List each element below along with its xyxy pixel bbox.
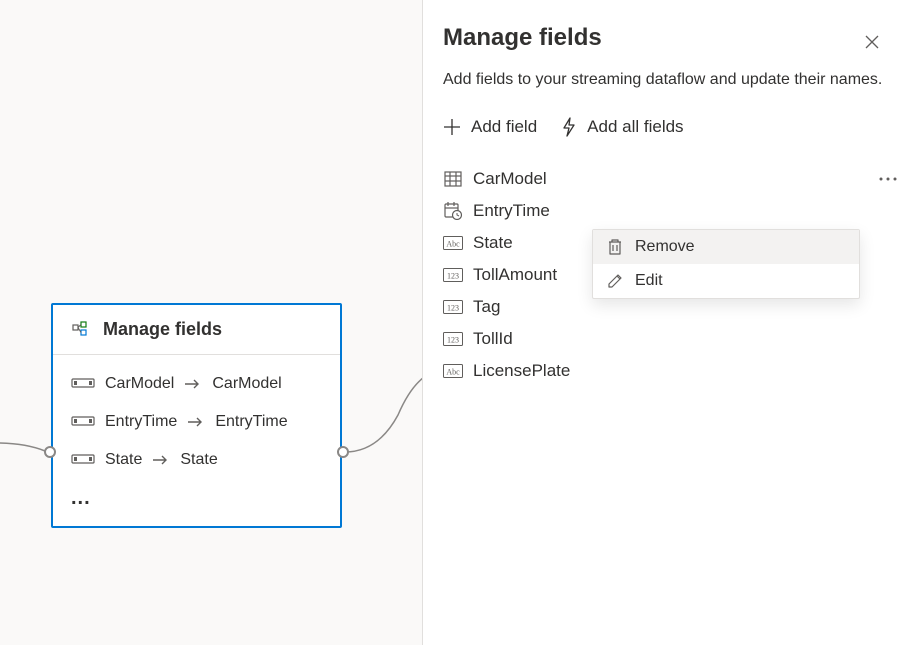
node-header: Manage fields <box>53 305 340 355</box>
field-name: TollId <box>473 329 513 349</box>
datetime-type-icon <box>443 203 463 219</box>
mapping-from: CarModel <box>105 375 174 393</box>
close-panel-button[interactable] <box>858 28 886 56</box>
flow-canvas[interactable]: Manage fields CarModel CarModel <box>0 0 422 645</box>
menu-item-edit[interactable]: Edit <box>593 264 859 298</box>
number-type-icon: 123 <box>443 267 463 283</box>
field-item-licenseplate[interactable]: Abc LicensePlate <box>443 359 886 383</box>
field-name: EntryTime <box>473 201 550 221</box>
svg-text:Abc: Abc <box>446 240 460 249</box>
column-icon <box>71 377 95 391</box>
trash-icon <box>607 238 623 256</box>
column-icon <box>71 415 95 429</box>
node-body: CarModel CarModel EntryTime <box>53 355 340 526</box>
arrow-right-icon <box>187 416 205 428</box>
number-type-icon: 123 <box>443 299 463 315</box>
arrow-right-icon <box>152 454 170 466</box>
svg-text:123: 123 <box>447 336 459 345</box>
manage-fields-node[interactable]: Manage fields CarModel CarModel <box>51 303 342 528</box>
node-mapping-row[interactable]: EntryTime EntryTime <box>71 403 322 441</box>
field-name: LicensePlate <box>473 361 570 381</box>
mapping-to: EntryTime <box>215 413 287 431</box>
field-name: Tag <box>473 297 500 317</box>
node-more-indicator[interactable]: ... <box>71 479 322 512</box>
column-icon <box>71 453 95 467</box>
field-name: CarModel <box>473 169 547 189</box>
add-field-button[interactable]: Add field <box>443 113 537 141</box>
node-title: Manage fields <box>103 319 222 340</box>
field-name: State <box>473 233 513 253</box>
svg-text:123: 123 <box>447 272 459 281</box>
field-more-button[interactable] <box>872 163 904 195</box>
field-item-entrytime[interactable]: EntryTime <box>443 199 886 223</box>
svg-text:Abc: Abc <box>446 368 460 377</box>
menu-item-label: Remove <box>635 238 695 256</box>
panel-description: Add fields to your streaming dataflow an… <box>443 68 886 91</box>
node-output-port[interactable] <box>337 446 349 458</box>
string-type-icon: Abc <box>443 235 463 251</box>
node-mapping-row[interactable]: CarModel CarModel <box>71 365 322 403</box>
field-item-tollid[interactable]: 123 TollId <box>443 327 886 351</box>
close-icon <box>864 34 880 50</box>
node-input-port[interactable] <box>44 446 56 458</box>
manage-fields-node-icon <box>71 322 91 338</box>
number-type-icon: 123 <box>443 331 463 347</box>
menu-item-remove[interactable]: Remove <box>593 230 859 264</box>
mapping-to: CarModel <box>212 375 281 393</box>
arrow-right-icon <box>184 378 202 390</box>
manage-fields-panel: Manage fields Add fields to your streami… <box>422 0 910 645</box>
svg-text:123: 123 <box>447 304 459 313</box>
field-item-carmodel[interactable]: CarModel <box>443 167 886 191</box>
pencil-icon <box>607 273 623 289</box>
mapping-from: EntryTime <box>105 413 177 431</box>
table-type-icon <box>443 171 463 187</box>
mapping-from: State <box>105 451 142 469</box>
add-all-fields-label: Add all fields <box>587 117 683 137</box>
more-icon <box>879 177 897 181</box>
add-all-fields-button[interactable]: Add all fields <box>561 113 683 141</box>
field-context-menu: Remove Edit <box>592 229 860 299</box>
menu-item-label: Edit <box>635 272 663 290</box>
string-type-icon: Abc <box>443 363 463 379</box>
mapping-to: State <box>180 451 217 469</box>
edge-right <box>343 370 433 460</box>
panel-title: Manage fields <box>443 24 602 52</box>
node-mapping-row[interactable]: State State <box>71 441 322 479</box>
plus-icon <box>443 118 461 136</box>
lightning-icon <box>561 117 577 137</box>
add-field-label: Add field <box>471 117 537 137</box>
field-name: TollAmount <box>473 265 557 285</box>
